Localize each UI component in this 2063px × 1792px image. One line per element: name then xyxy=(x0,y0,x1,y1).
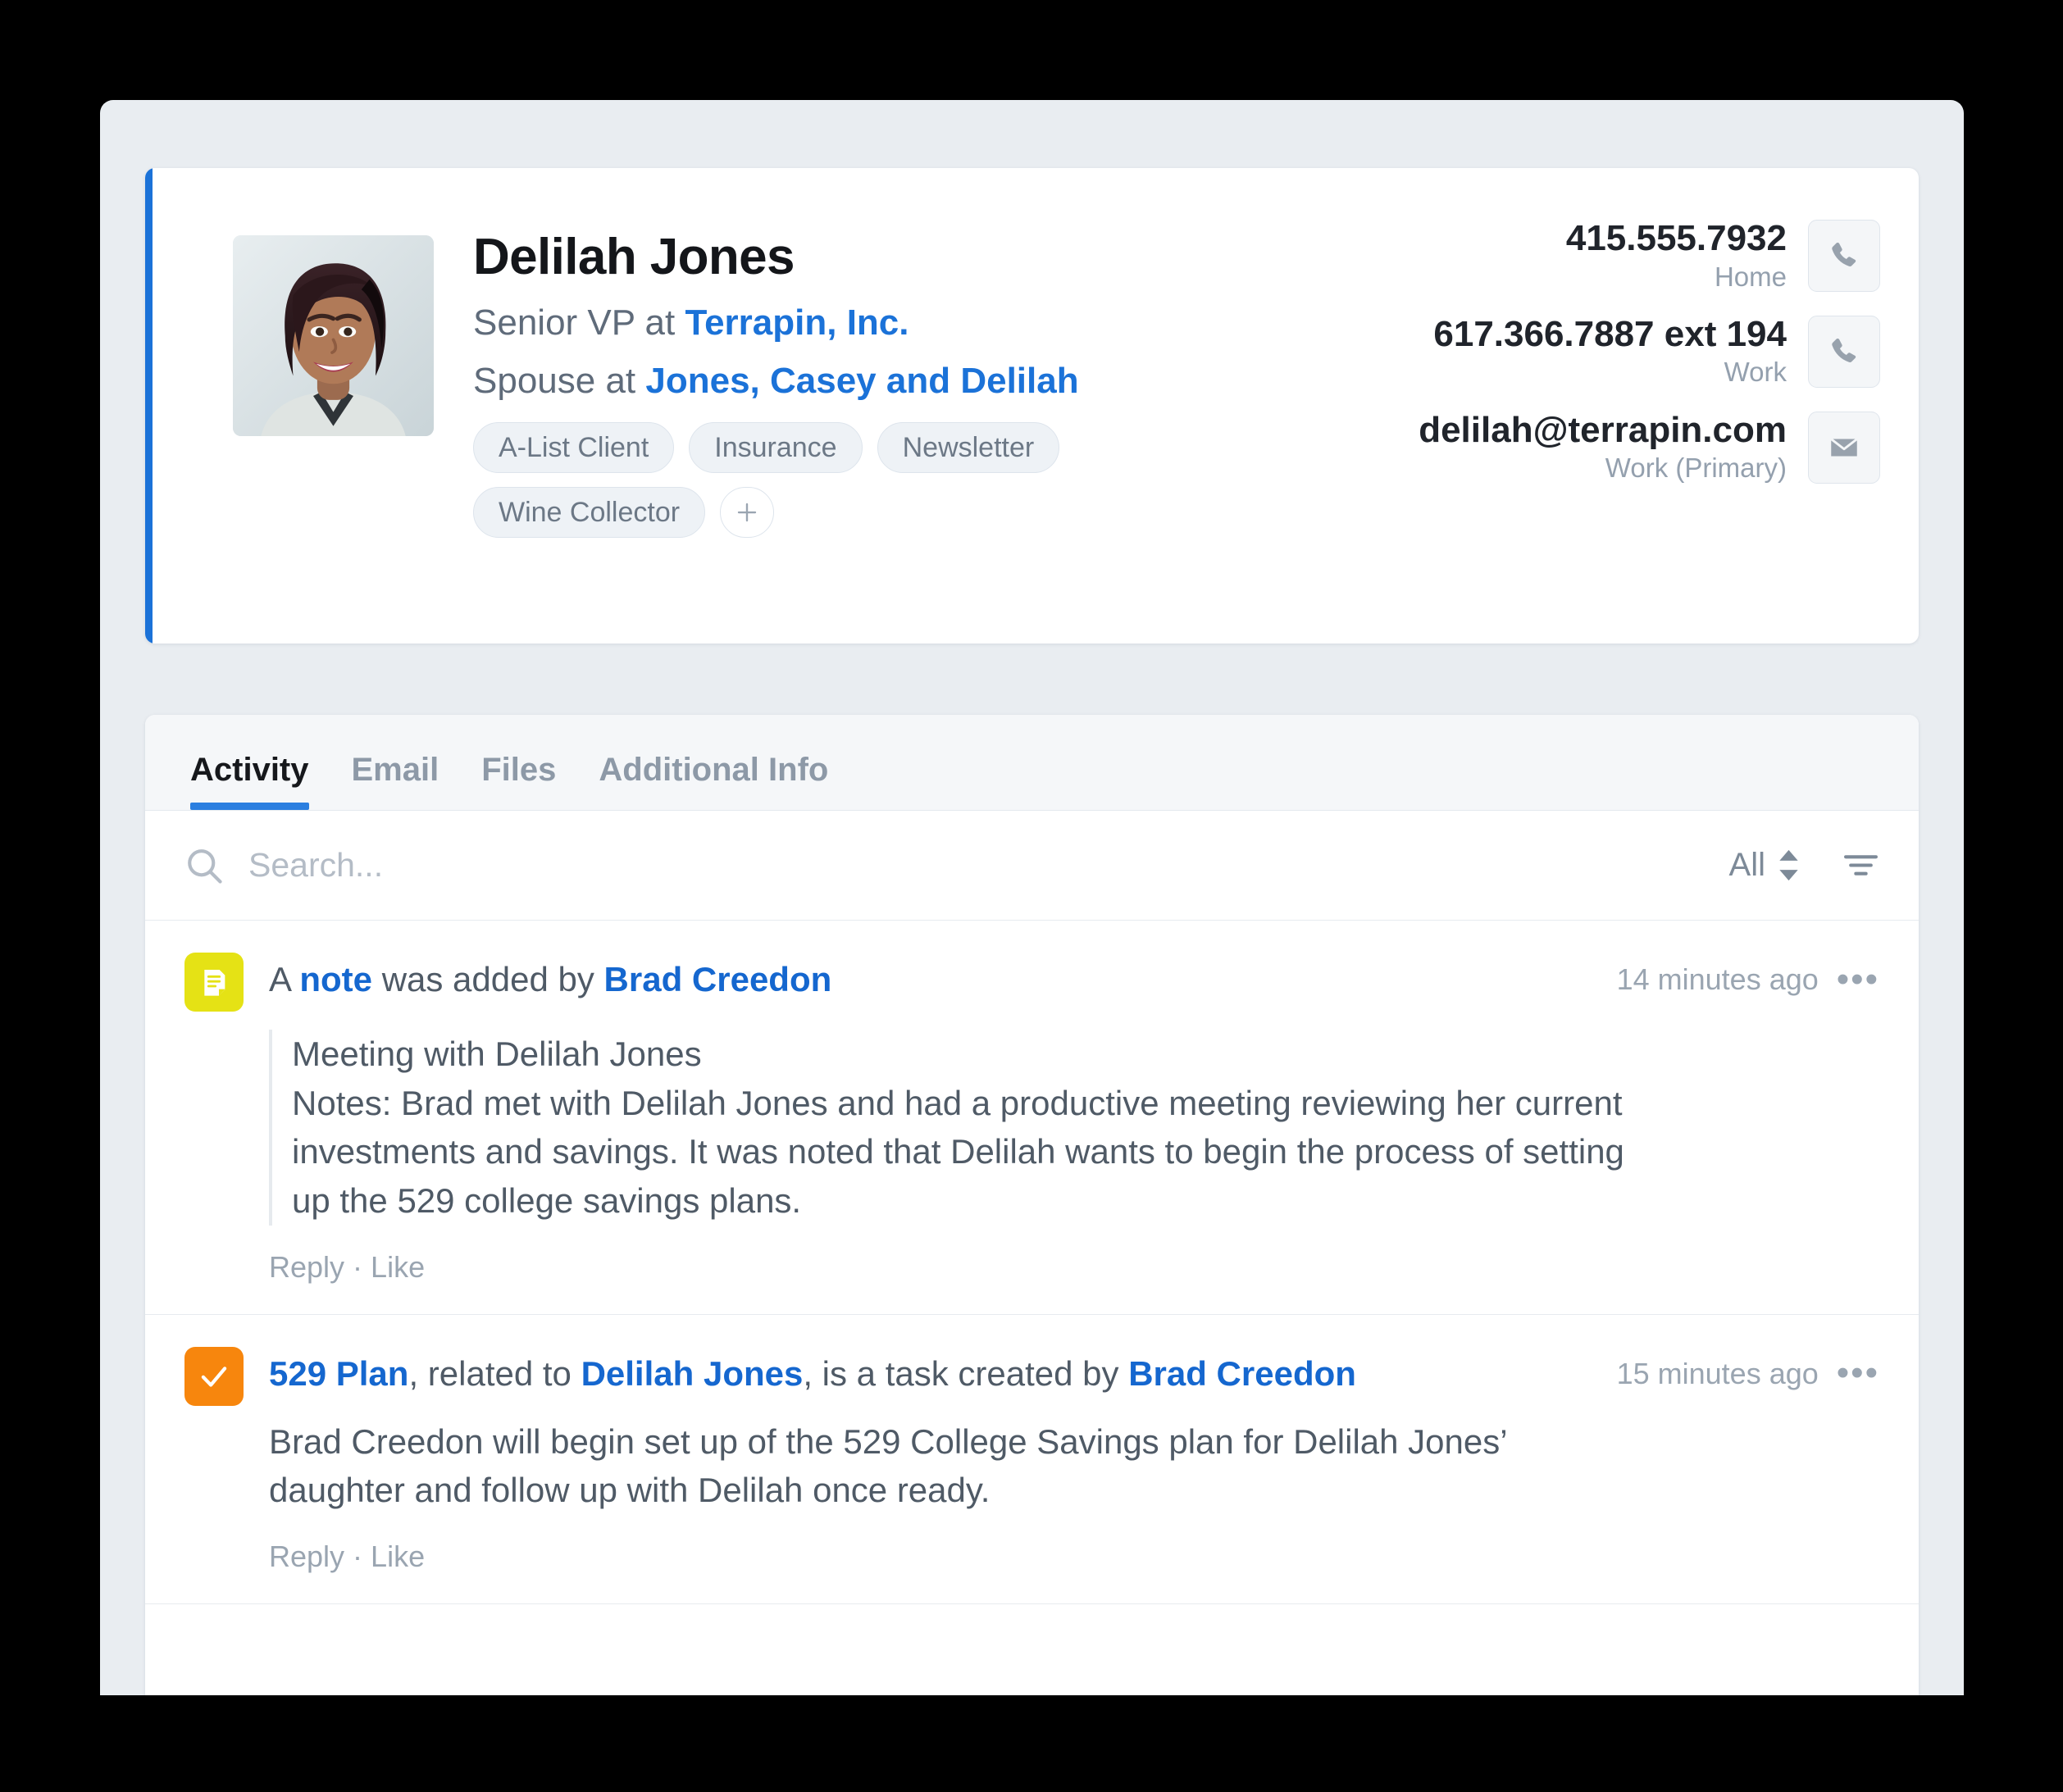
contact-methods-list: 415.555.7932 Home 617.366.7887 ext 194 W… xyxy=(1419,219,1880,484)
note-icon xyxy=(184,953,244,1012)
activity-meta: 14 minutes ago ••• xyxy=(1617,956,1879,997)
activity-headline: 529 Plan, related to Delilah Jones, is a… xyxy=(269,1350,1617,1394)
like-button[interactable]: Like xyxy=(371,1250,425,1284)
task-check-icon xyxy=(184,1346,244,1406)
phone-value[interactable]: 415.555.7932 xyxy=(1566,219,1787,258)
activity-item-note: A note was added by Brad Creedon 14 minu… xyxy=(145,921,1919,1315)
tab-activity[interactable]: Activity xyxy=(190,752,309,810)
tab-bar: Activity Email Files Additional Info xyxy=(145,715,1919,811)
activity-header: 529 Plan, related to Delilah Jones, is a… xyxy=(184,1346,1879,1406)
activity-header: A note was added by Brad Creedon 14 minu… xyxy=(184,953,1879,1012)
headline-segment: , is a task created by xyxy=(803,1353,1129,1393)
like-button[interactable]: Like xyxy=(371,1540,425,1573)
affiliation-row-1: Spouse at Jones, Casey and Delilah xyxy=(473,363,1375,399)
more-options-button[interactable]: ••• xyxy=(1837,961,1879,997)
email-type-label: Work (Primary) xyxy=(1605,453,1787,484)
sort-dropdown[interactable]: All xyxy=(1729,847,1801,884)
author-link[interactable]: Brad Creedon xyxy=(604,960,832,998)
mail-icon xyxy=(1827,430,1861,465)
affiliation-row-0: Senior VP at Terrapin, Inc. xyxy=(473,305,1375,341)
activity-actions: Reply · Like xyxy=(269,1250,1879,1285)
contact-method-text: 617.366.7887 ext 194 Work xyxy=(1433,315,1787,389)
activity-body: Meeting with Delilah Jones Notes: Brad m… xyxy=(269,1030,1638,1226)
activity-timestamp: 15 minutes ago xyxy=(1616,1356,1819,1390)
contact-method-text: delilah@terrapin.com Work (Primary) xyxy=(1419,411,1787,485)
more-options-button[interactable]: ••• xyxy=(1837,1355,1879,1391)
tag-list: A-List Client Insurance Newsletter Wine … xyxy=(473,422,1129,538)
reply-button[interactable]: Reply xyxy=(269,1250,344,1284)
email-value[interactable]: delilah@terrapin.com xyxy=(1419,411,1787,450)
headline-segment: , related to xyxy=(408,1353,581,1393)
profile-accent-bar xyxy=(145,168,153,644)
avatar xyxy=(233,235,434,436)
task-link[interactable]: 529 Plan xyxy=(269,1354,408,1393)
phone-type-label: Home xyxy=(1714,261,1787,292)
note-type-link[interactable]: note xyxy=(299,960,372,998)
search-toolbar: All xyxy=(145,811,1919,921)
tag-pill[interactable]: Insurance xyxy=(689,422,863,473)
contact-method-row: delilah@terrapin.com Work (Primary) xyxy=(1419,411,1880,485)
activity-card: Activity Email Files Additional Info All xyxy=(145,715,1919,1695)
headline-segment: A xyxy=(269,960,300,998)
filter-button[interactable] xyxy=(1842,848,1879,882)
activity-headline: A note was added by Brad Creedon xyxy=(269,956,1617,1000)
tag-pill[interactable]: Wine Collector xyxy=(473,487,706,538)
phone-icon xyxy=(1827,239,1861,273)
activity-timestamp: 14 minutes ago xyxy=(1616,962,1819,996)
call-work-button[interactable] xyxy=(1808,316,1880,389)
related-contact-link[interactable]: Delilah Jones xyxy=(581,1354,804,1393)
author-link[interactable]: Brad Creedon xyxy=(1128,1354,1356,1393)
activity-actions: Reply · Like xyxy=(269,1540,1879,1574)
filter-icon xyxy=(1842,848,1879,882)
add-tag-button[interactable] xyxy=(720,487,775,538)
plus-icon xyxy=(735,500,759,525)
tab-files[interactable]: Files xyxy=(481,752,556,810)
action-separator: · xyxy=(353,1539,363,1573)
tab-email[interactable]: Email xyxy=(352,752,439,810)
contact-name: Delilah Jones xyxy=(473,229,795,285)
tag-pill[interactable]: A-List Client xyxy=(473,422,675,473)
search-icon xyxy=(183,844,225,887)
sort-label: All xyxy=(1728,847,1765,883)
activity-body: Brad Creedon will begin set up of the 52… xyxy=(269,1421,1507,1510)
activity-meta: 15 minutes ago ••• xyxy=(1617,1350,1879,1391)
call-home-button[interactable] xyxy=(1808,220,1880,293)
reply-button[interactable]: Reply xyxy=(269,1540,344,1573)
search-input[interactable] xyxy=(248,846,1729,885)
affiliation-prefix: Senior VP at xyxy=(473,302,685,343)
contact-method-row: 415.555.7932 Home xyxy=(1419,219,1880,293)
tag-pill[interactable]: Newsletter xyxy=(877,422,1060,473)
phone-type-label: Work xyxy=(1724,357,1787,388)
phone-value[interactable]: 617.366.7887 ext 194 xyxy=(1433,315,1787,354)
headline-segment: was added by xyxy=(372,960,604,998)
action-separator: · xyxy=(353,1249,363,1284)
household-link[interactable]: Jones, Casey and Delilah xyxy=(645,361,1078,401)
company-link[interactable]: Terrapin, Inc. xyxy=(685,302,909,343)
activity-item-task: 529 Plan, related to Delilah Jones, is a… xyxy=(145,1315,1919,1604)
contact-method-row: 617.366.7887 ext 194 Work xyxy=(1419,315,1880,389)
tab-additional-info[interactable]: Additional Info xyxy=(599,752,828,810)
affiliation-prefix: Spouse at xyxy=(473,361,646,401)
app-page: Delilah Jones Senior VP at Terrapin, Inc… xyxy=(100,100,1964,1695)
contact-method-text: 415.555.7932 Home xyxy=(1566,219,1787,293)
identity-block: Delilah Jones Senior VP at Terrapin, Inc… xyxy=(473,232,1375,538)
contact-profile-card: Delilah Jones Senior VP at Terrapin, Inc… xyxy=(145,168,1919,644)
phone-icon xyxy=(1827,334,1861,369)
email-button[interactable] xyxy=(1808,411,1880,484)
sort-updown-icon xyxy=(1776,848,1801,882)
